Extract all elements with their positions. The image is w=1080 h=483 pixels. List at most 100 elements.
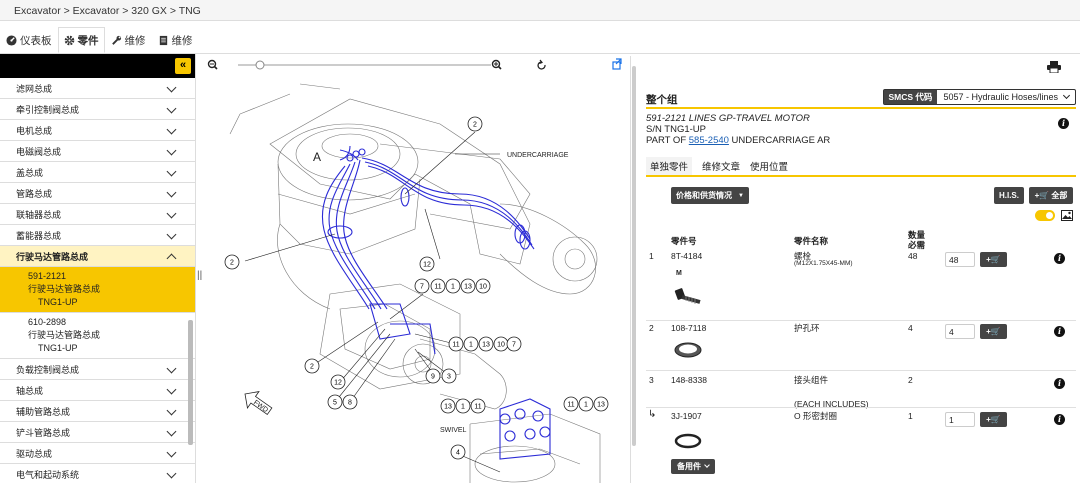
sidebar-item[interactable]: 盖总成: [0, 162, 195, 183]
callout-number[interactable]: 12: [334, 380, 342, 387]
chevron-down-icon: [166, 384, 177, 395]
collapse-sidebar-button[interactable]: «: [175, 58, 191, 74]
callout-number[interactable]: 1: [584, 402, 588, 409]
diagram-scrollbar-thumb[interactable]: [632, 66, 636, 446]
sidebar-item-label: 滤网总成: [16, 83, 53, 94]
row-part-number[interactable]: 108-7118: [671, 323, 706, 333]
callout-number[interactable]: 11: [452, 342, 459, 349]
subtab-parts[interactable]: 单独零件: [646, 157, 693, 175]
sidebar-item[interactable]: 负载控制阀总成: [0, 359, 195, 380]
image-icon[interactable]: [1061, 210, 1073, 221]
callout-number[interactable]: 10: [479, 284, 487, 291]
callout-number[interactable]: 1: [451, 284, 455, 291]
callout-number[interactable]: 2: [230, 260, 234, 267]
sidebar-item[interactable]: 管路总成: [0, 183, 195, 204]
sidebar-subitem-selected[interactable]: 591-2121 行驶马达管路总成 TNG1-UP: [0, 267, 195, 313]
tab-label: 维修: [124, 34, 146, 47]
breadcrumb[interactable]: Excavator > Excavator > 320 GX > TNG: [0, 0, 1080, 21]
callout-number[interactable]: 13: [597, 402, 605, 409]
callout-number[interactable]: 11: [474, 404, 481, 411]
o-ring-image: [674, 433, 702, 449]
sidebar-item[interactable]: 铲斗管路总成: [0, 422, 195, 443]
callout-number[interactable]: 7: [512, 342, 516, 349]
callout-number[interactable]: 11: [434, 284, 441, 291]
callout-number[interactable]: 12: [423, 262, 431, 269]
quantity-input[interactable]: 4: [945, 324, 975, 339]
row-index: 3: [649, 375, 654, 385]
callout-number[interactable]: 8: [348, 400, 352, 407]
info-icon[interactable]: i: [1054, 326, 1065, 337]
sidebar-subitem[interactable]: 610-2898 行驶马达管路总成 TNG1-UP: [0, 313, 195, 359]
callout-number[interactable]: 2: [310, 364, 314, 371]
tab-parts[interactable]: 零件: [57, 27, 105, 53]
sidebar-item[interactable]: 蓄能器总成: [0, 225, 195, 246]
his-button[interactable]: H.I.S.: [994, 187, 1024, 204]
callout-number[interactable]: 13: [444, 404, 452, 411]
callout-number[interactable]: 7: [420, 284, 424, 291]
add-all-to-cart-button[interactable]: +🛒 全部: [1029, 187, 1073, 204]
info-icon[interactable]: i: [1054, 253, 1065, 264]
sidebar-item-expanded[interactable]: 行驶马达管路总成: [0, 246, 195, 267]
sidebar-item[interactable]: 电机总成: [0, 120, 195, 141]
add-to-cart-button[interactable]: +🛒: [980, 252, 1007, 267]
tab-service[interactable]: 维修: [105, 27, 152, 53]
sidebar-item[interactable]: 电磁阀总成: [0, 141, 195, 162]
callout-number[interactable]: 5: [333, 400, 337, 407]
row-divider: [646, 407, 1076, 408]
sidebar-item[interactable]: 轴总成: [0, 380, 195, 401]
subtab-where-used[interactable]: 使用位置: [750, 157, 788, 175]
spare-parts-button[interactable]: 备用件: [671, 459, 715, 474]
row-part-name: 护孔环: [794, 323, 820, 333]
sidebar-item-label: 电磁阀总成: [16, 146, 62, 157]
parts-diagram[interactable]: 2 2 12 7 11 1 13 10 2 12 5 8 11 1 13 10 7 9 3 13 1 11 11 1 13 4 U…: [200, 54, 630, 483]
tab-manual[interactable]: 维修: [152, 27, 199, 53]
sidebar-item[interactable]: 电气和起动系统: [0, 464, 195, 483]
group-number: 591-2121 LINES GP-TRAVEL MOTOR: [646, 113, 810, 124]
sidebar-item-label: 电气和起动系统: [16, 469, 80, 480]
sidebar-item[interactable]: 滤网总成: [0, 78, 195, 99]
part-of-link[interactable]: 585-2540: [689, 135, 729, 146]
group-line-2: S/N TNG1-UP: [646, 124, 707, 135]
row-part-number[interactable]: 3J-1907: [671, 411, 702, 421]
info-icon[interactable]: i: [1054, 378, 1065, 389]
callout-number[interactable]: 13: [482, 342, 490, 349]
price-button-label: 价格和供货情况: [676, 191, 733, 200]
callout-number[interactable]: 3: [447, 374, 451, 381]
diagram-scrollbar[interactable]: [630, 56, 636, 483]
add-to-cart-button[interactable]: +🛒: [980, 324, 1007, 339]
main-tabs: 仪表板 零件 维修 维修: [0, 27, 199, 53]
quantity-input[interactable]: 48: [945, 252, 975, 267]
callout-number[interactable]: 1: [461, 404, 465, 411]
print-icon[interactable]: [1047, 61, 1061, 73]
add-to-cart-button[interactable]: +🛒: [980, 412, 1007, 427]
label-fwd: FWD: [252, 399, 269, 414]
chevron-down-icon: [166, 363, 177, 374]
price-availability-button[interactable]: 价格和供货情况 ▼: [671, 187, 749, 204]
info-icon[interactable]: i: [1058, 118, 1069, 129]
sidebar-item[interactable]: 辅助管路总成: [0, 401, 195, 422]
row-part-number[interactable]: 8T-4184: [671, 251, 702, 261]
sidebar-item[interactable]: 牵引控制阀总成: [0, 99, 195, 120]
tab-dashboard[interactable]: 仪表板: [0, 27, 58, 53]
callout-number[interactable]: 1: [469, 342, 473, 349]
callout-number[interactable]: 11: [567, 402, 574, 409]
callout-number[interactable]: 10: [497, 342, 505, 349]
callout-number[interactable]: 13: [464, 284, 472, 291]
sidebar-scrollbar[interactable]: [188, 320, 193, 445]
chevron-down-icon: [166, 426, 177, 437]
image-toggle[interactable]: [1035, 210, 1055, 221]
callout-number[interactable]: 9: [431, 374, 435, 381]
quantity-input[interactable]: 1: [945, 412, 975, 427]
subitem-name: 行驶马达管路总成: [28, 284, 101, 294]
subtab-articles[interactable]: 维修文章: [702, 157, 740, 175]
callout-number[interactable]: 4: [456, 450, 460, 457]
callout-number[interactable]: 2: [473, 122, 477, 129]
sidebar-item[interactable]: 驱动总成: [0, 443, 195, 464]
label-undercarriage: UNDERCARRIAGE: [507, 152, 569, 159]
row-part-number[interactable]: 148-8338: [671, 375, 707, 385]
smcs-dropdown[interactable]: SMCS 代码 5057 - Hydraulic Hoses/lines: [882, 89, 1076, 105]
info-icon[interactable]: i: [1054, 414, 1065, 425]
chevron-down-icon: [1062, 91, 1071, 100]
sidebar-item[interactable]: 联轴器总成: [0, 204, 195, 225]
sidebar-item-label: 盖总成: [16, 167, 44, 178]
